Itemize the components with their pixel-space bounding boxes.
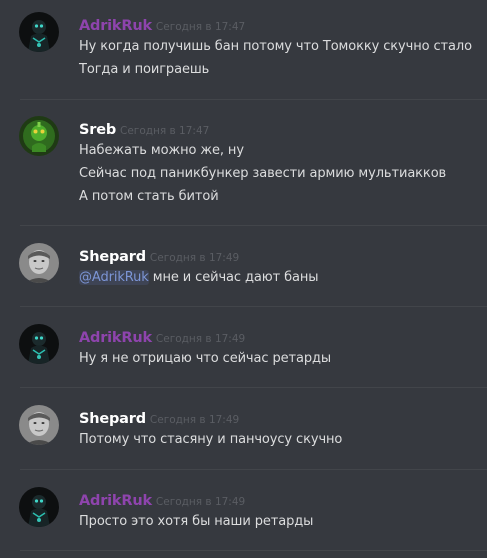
message-author[interactable]: Shepard [79,249,146,265]
message-text: А потом стать битой [79,189,219,204]
message-timestamp: Сегодня в 17:47 [155,21,246,33]
message-author[interactable]: AdrikRuk [79,493,152,509]
message-divider [20,550,487,551]
message-text: Ну когда получишь бан потому что Томокку… [79,39,472,54]
message-divider [20,99,487,100]
green-creature-avatar[interactable] [19,116,59,156]
grayscale-face-avatar[interactable] [19,243,59,283]
dark-armored-figure-avatar[interactable] [19,324,59,364]
message-divider [20,387,487,388]
message-text: Тогда и поиграешь [79,62,210,77]
message-timestamp: Сегодня в 17:47 [120,125,210,137]
chat-message-list: AdrikRuk Сегодня в 17:47 Ну когда получиш… [0,0,487,558]
message-author[interactable]: AdrikRuk [79,18,152,34]
message-timestamp: Сегодня в 17:49 [149,414,240,426]
message-author[interactable]: Sreb [79,122,116,138]
message-text: Просто это хотя бы наши ретарды [79,514,314,529]
message-divider [20,306,487,307]
message-text: Набежать можно же, ну [79,143,244,158]
dark-armored-figure-avatar[interactable] [19,12,59,52]
user-mention[interactable]: @AdrikRuk [79,270,149,285]
message-text: @AdrikRuk мне и сейчас дают баны [79,268,319,288]
message-text: Ну я не отрицаю что сейчас ретарды [79,351,332,366]
message-timestamp: Сегодня в 17:49 [155,333,246,345]
message-text: Потому что стасяну и панчоусу скучно [79,432,343,447]
grayscale-face-avatar[interactable] [19,405,59,445]
message-divider [20,225,487,226]
message-author[interactable]: AdrikRuk [79,330,152,346]
message-text-content: мне и сейчас дают баны [148,270,319,285]
message-author[interactable]: Shepard [79,411,146,427]
message-divider [20,469,487,470]
message-text: Сейчас под паникбункер завести армию мул… [79,166,447,181]
dark-armored-figure-avatar[interactable] [19,487,59,527]
message-timestamp: Сегодня в 17:49 [155,496,246,508]
message-timestamp: Сегодня в 17:49 [149,252,240,264]
